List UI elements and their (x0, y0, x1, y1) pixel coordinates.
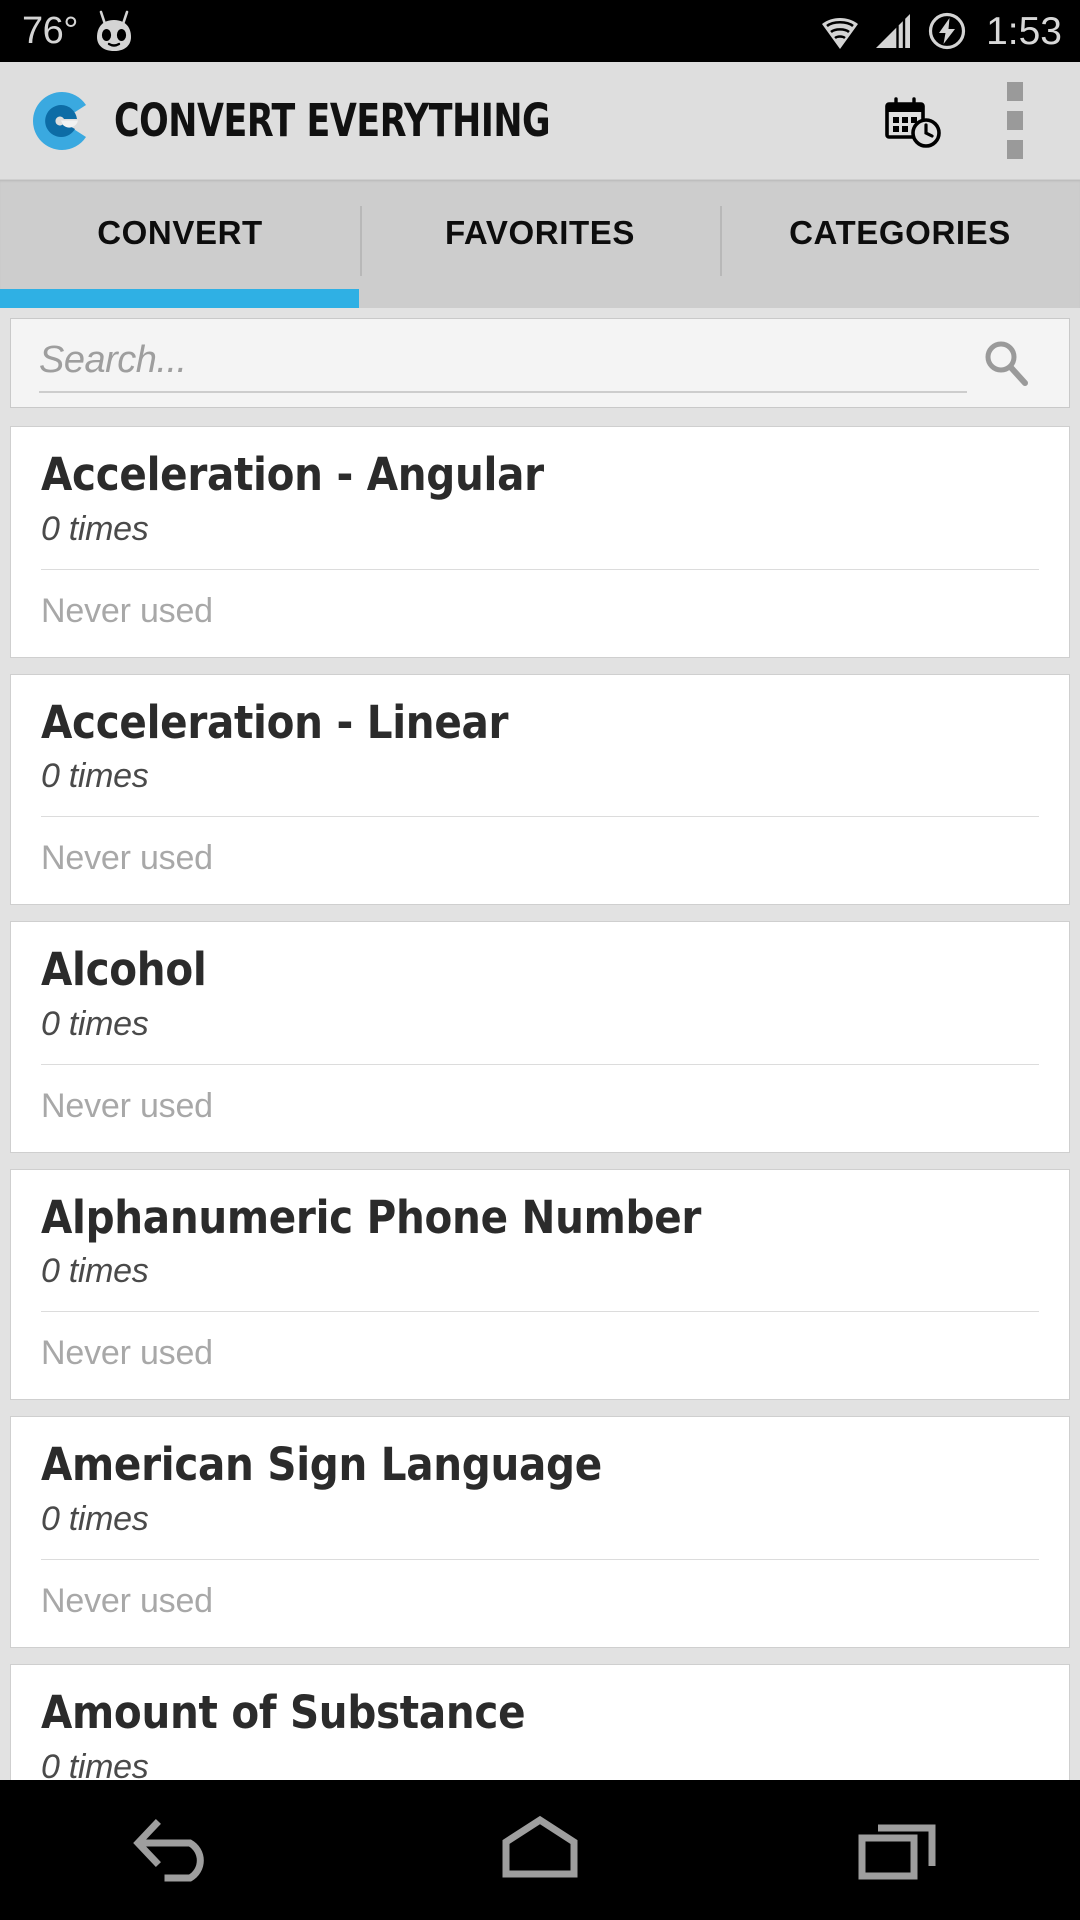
tab-favorites[interactable]: FAVORITES (360, 180, 720, 308)
convert-everything-logo-icon (30, 89, 94, 153)
conversion-card[interactable]: Alcohol 0 times Never used (10, 921, 1070, 1153)
conversion-use-count: 0 times (41, 509, 149, 548)
battery-charging-icon (926, 10, 968, 52)
search-placeholder: Search... (39, 338, 187, 381)
wifi-icon (818, 11, 862, 51)
navigation-bar (0, 1780, 1080, 1920)
tab-bar: CONVERT FAVORITES CATEGORIES (0, 180, 1080, 308)
conversion-title: Alphanumeric Phone Number (41, 1190, 702, 1244)
active-tab-indicator (0, 289, 359, 308)
conversion-use-count: 0 times (41, 757, 149, 796)
calendar-clock-icon[interactable] (874, 82, 952, 160)
recents-icon[interactable] (800, 1780, 1000, 1920)
status-bar: 76° 1:53 (0, 0, 1080, 62)
tab-label: CATEGORIES (789, 214, 1011, 251)
conversion-card[interactable]: Acceleration - Angular 0 times Never used (10, 426, 1070, 658)
conversion-title: Amount of Substance (41, 1685, 526, 1739)
status-temperature: 76° (22, 10, 78, 52)
search-underline (39, 391, 967, 393)
conversion-title: American Sign Language (41, 1438, 602, 1492)
overflow-dot (1007, 140, 1023, 159)
conversion-list[interactable]: Search... Acceleration - Angular 0 times N… (0, 308, 1080, 1920)
conversion-last-used: Never used (41, 1086, 213, 1125)
overflow-dot (1007, 82, 1023, 101)
conversion-card[interactable]: Acceleration - Linear 0 times Never used (10, 673, 1070, 906)
status-clock: 1:53 (986, 9, 1062, 53)
app-title: CONVERT EVERYTHING (114, 94, 551, 147)
search-input[interactable]: Search... (39, 319, 967, 407)
search-bar[interactable]: Search... (10, 318, 1070, 408)
conversion-last-used: Never used (41, 839, 213, 878)
conversion-use-count: 0 times (41, 1252, 149, 1291)
conversion-card[interactable]: Alphanumeric Phone Number 0 times Never us… (10, 1168, 1070, 1401)
tab-label: FAVORITES (445, 214, 635, 251)
conversion-last-used: Never used (41, 591, 213, 630)
conversion-last-used: Never used (41, 1334, 213, 1373)
app-screen: 76° 1:53 CONVERT EVERYTHING CONVERT FAVO… (0, 0, 1080, 1920)
overflow-dot (1007, 111, 1023, 130)
conversion-title: Acceleration - Angular (41, 448, 544, 501)
conversion-last-used: Never used (41, 1581, 213, 1620)
status-bar-right: 1:53 (818, 10, 1062, 52)
conversion-title: Acceleration - Linear (41, 695, 509, 749)
status-bar-left: 76° (22, 8, 136, 54)
app-bar: CONVERT EVERYTHING (0, 62, 1080, 180)
cyanogenmod-cid-icon (92, 8, 136, 54)
conversion-use-count: 0 times (41, 1004, 149, 1043)
search-icon[interactable] (971, 328, 1041, 398)
tab-categories[interactable]: CATEGORIES (720, 180, 1080, 308)
conversion-card[interactable]: American Sign Language 0 times Never used (10, 1416, 1070, 1648)
cellular-signal-icon (874, 11, 914, 51)
conversion-title: Alcohol (41, 943, 207, 997)
conversion-use-count: 0 times (41, 1499, 149, 1538)
home-icon[interactable] (440, 1780, 640, 1920)
conversion-cards: Acceleration - Angular 0 times Never used A… (10, 426, 1070, 1896)
overflow-menu-icon[interactable] (976, 75, 1054, 167)
tab-label: CONVERT (97, 214, 263, 251)
back-icon[interactable] (80, 1780, 280, 1920)
